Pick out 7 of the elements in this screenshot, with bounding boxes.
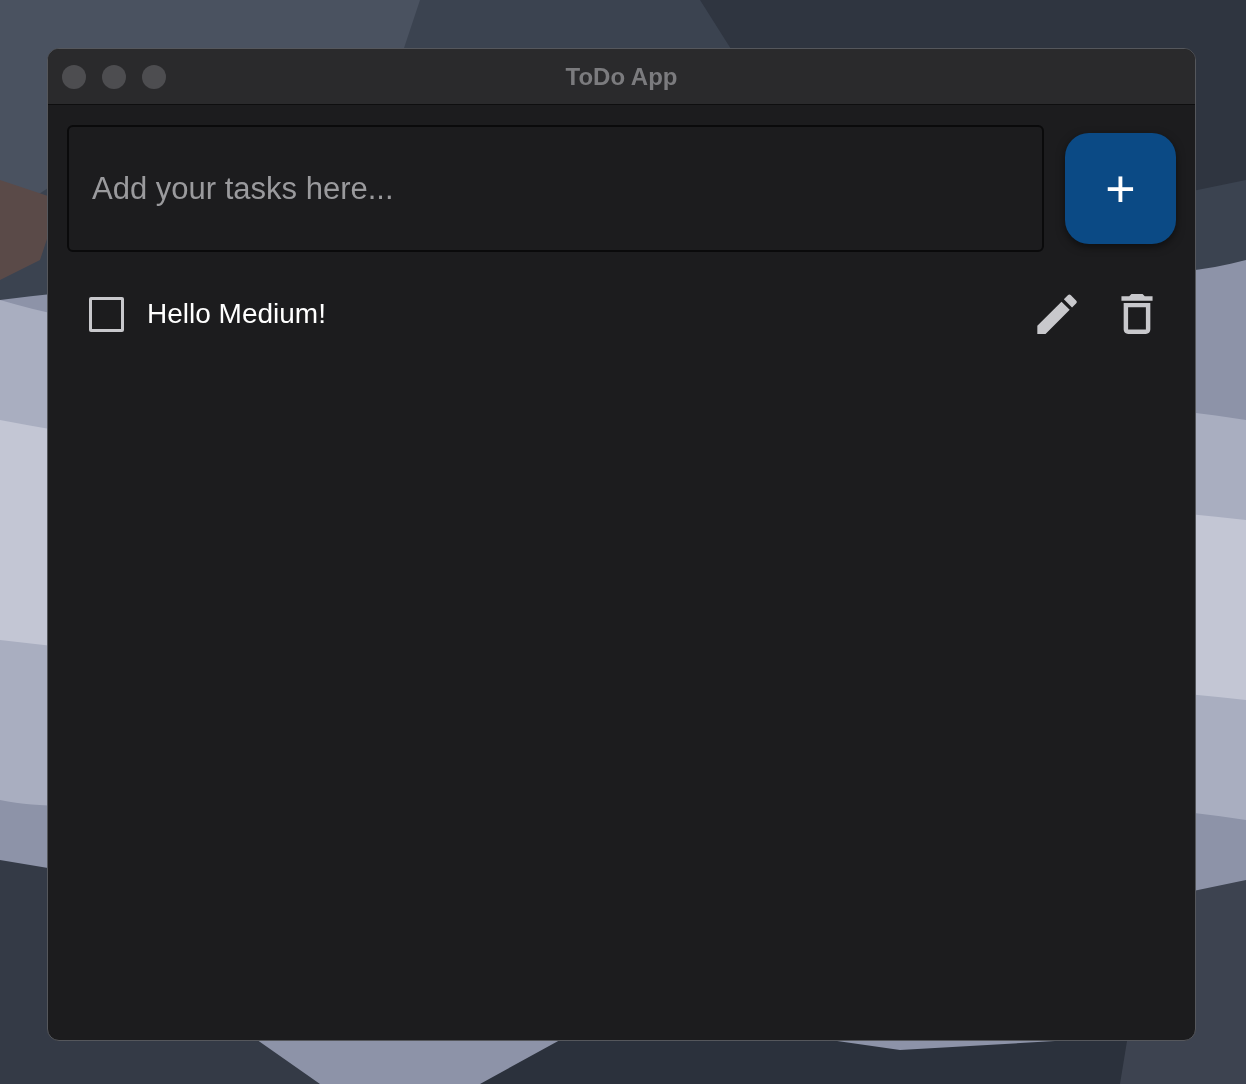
window-title: ToDo App [565,61,678,92]
pencil-icon[interactable] [1037,294,1077,334]
task-input-field[interactable]: Add your tasks here... [67,125,1044,252]
add-button[interactable]: + [1065,133,1176,244]
trash-icon[interactable] [1121,294,1153,334]
task-checkbox[interactable] [89,296,124,332]
task-text: Hello Medium! [147,297,326,331]
